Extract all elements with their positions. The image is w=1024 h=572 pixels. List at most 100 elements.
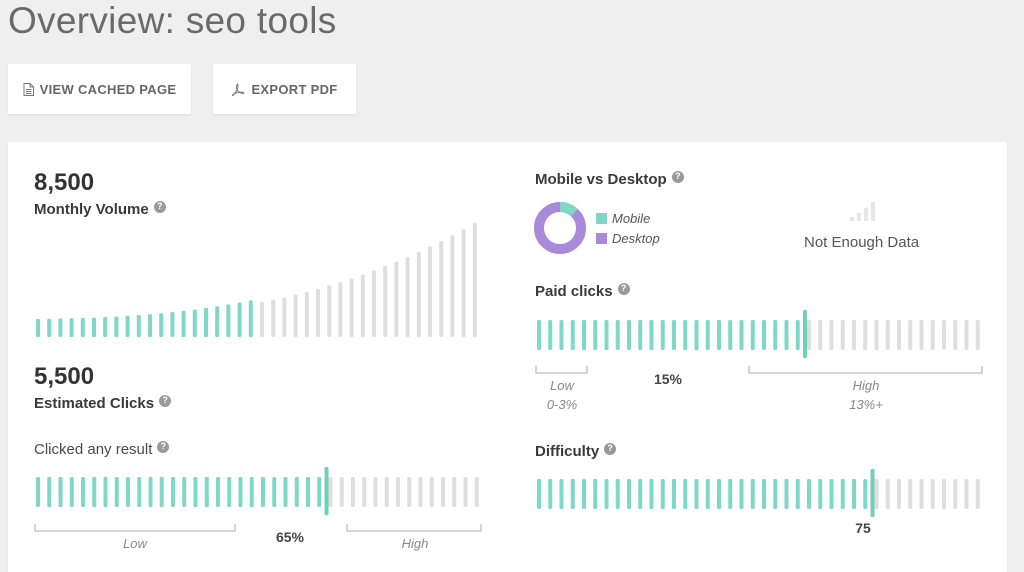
difficulty-bar bbox=[537, 479, 541, 509]
difficulty-bar bbox=[829, 479, 834, 509]
volume-bar bbox=[159, 313, 164, 337]
difficulty-bar bbox=[717, 479, 721, 509]
volume-bar bbox=[80, 317, 85, 337]
clicked-any-result-bar bbox=[81, 477, 85, 507]
volume-bar bbox=[439, 241, 444, 337]
clicked-any-result-bar bbox=[249, 477, 254, 507]
paid-clicks-bar bbox=[705, 320, 710, 350]
difficulty-label-text: Difficulty bbox=[535, 443, 600, 460]
difficulty-bar bbox=[638, 479, 643, 509]
paid-clicks-bar bbox=[818, 320, 823, 350]
clicked-any-result-high-label: High bbox=[401, 536, 429, 551]
legend-desktop-label: Desktop bbox=[612, 230, 660, 246]
clicked-any-result-bar bbox=[216, 477, 220, 507]
document-icon bbox=[23, 82, 34, 96]
difficulty-label: Difficulty ? bbox=[535, 442, 617, 460]
clicked-any-result-label: Clicked any result ? bbox=[34, 440, 170, 458]
volume-bar bbox=[181, 310, 186, 337]
paid-clicks-bar bbox=[829, 320, 834, 350]
view-cached-page-button[interactable]: VIEW CACHED PAGE bbox=[8, 64, 191, 114]
difficulty-bar bbox=[762, 479, 766, 509]
volume-bar bbox=[47, 318, 52, 337]
volume-bar bbox=[428, 246, 432, 337]
volume-bar bbox=[136, 315, 141, 337]
view-cached-page-label: VIEW CACHED PAGE bbox=[39, 81, 177, 97]
paid-clicks-bar bbox=[717, 320, 721, 350]
difficulty-bar bbox=[627, 479, 631, 509]
monthly-volume-label: Monthly Volume ? bbox=[34, 200, 166, 218]
donut-slice-desktop bbox=[534, 202, 586, 254]
difficulty-bar bbox=[582, 479, 586, 509]
monthly-volume-value: 8,500 bbox=[34, 169, 95, 196]
clicked-any-result-label-text: Clicked any result bbox=[34, 441, 153, 458]
paid-clicks-meter bbox=[537, 310, 980, 358]
clicked-any-result-bar bbox=[418, 477, 423, 507]
volume-bar bbox=[327, 285, 332, 337]
clicked-any-result-bar bbox=[69, 477, 74, 507]
paid-clicks-bar bbox=[964, 320, 969, 350]
paid-clicks-bar bbox=[570, 320, 575, 350]
export-pdf-label: EXPORT PDF bbox=[251, 81, 338, 97]
difficulty-marker bbox=[870, 469, 875, 517]
paid-clicks-bar bbox=[683, 320, 688, 350]
clicked-any-result-bar bbox=[306, 477, 310, 507]
volume-bar bbox=[226, 304, 231, 337]
clicked-any-result-bar bbox=[463, 477, 468, 507]
volume-bar bbox=[293, 294, 298, 337]
desktop-swatch bbox=[596, 232, 607, 244]
clicked-any-result-bar bbox=[238, 477, 243, 507]
clicked-any-result-bar bbox=[351, 477, 355, 507]
paid-clicks-percent: 15% bbox=[653, 371, 683, 387]
volume-bar bbox=[92, 317, 96, 337]
estimated-clicks-value: 5,500 bbox=[34, 363, 95, 390]
clicked-any-result-bar bbox=[126, 477, 130, 507]
difficulty-bar bbox=[975, 479, 980, 509]
clicked-any-result-marker bbox=[324, 467, 329, 515]
estimated-clicks-help-icon[interactable]: ? bbox=[159, 394, 172, 407]
paid-clicks-bar bbox=[615, 320, 620, 350]
export-pdf-button[interactable]: EXPORT PDF bbox=[213, 64, 356, 114]
not-enough-data-text: Not Enough Data bbox=[804, 234, 920, 251]
paid-clicks-high-range: 13%+ bbox=[849, 397, 883, 412]
paid-clicks-bar bbox=[784, 320, 789, 350]
paid-clicks-bar bbox=[559, 320, 564, 350]
legend-mobile-label: Mobile bbox=[612, 210, 651, 226]
monthly-volume-chart bbox=[36, 223, 477, 337]
clicked-any-result-bar bbox=[294, 477, 299, 507]
clicked-any-result-percent: 65% bbox=[275, 529, 305, 545]
volume-bar bbox=[260, 302, 264, 337]
clicked-any-result-meter bbox=[36, 467, 479, 515]
difficulty-bar bbox=[615, 479, 620, 509]
mobile-vs-desktop-help-icon[interactable]: ? bbox=[671, 170, 684, 183]
volume-bar bbox=[125, 315, 130, 337]
difficulty-help-icon[interactable]: ? bbox=[604, 442, 617, 455]
clicked-any-result-bar bbox=[47, 477, 52, 507]
clicked-any-result-brackets bbox=[34, 524, 482, 532]
difficulty-bar bbox=[750, 479, 755, 509]
monthly-volume-help-icon[interactable]: ? bbox=[153, 200, 166, 213]
difficulty-bar bbox=[672, 479, 676, 509]
difficulty-meter bbox=[537, 469, 980, 517]
overview-card: 8,500 Monthly Volume ? 5,500 Estimated C… bbox=[8, 142, 1007, 572]
clicked-any-result-help-icon[interactable]: ? bbox=[157, 440, 170, 453]
paid-clicks-low-label: Low bbox=[550, 378, 574, 393]
clicked-any-result-bar bbox=[384, 477, 389, 507]
paid-clicks-bar bbox=[953, 320, 958, 350]
paid-clicks-bar bbox=[795, 320, 800, 350]
volume-bar bbox=[204, 307, 208, 337]
volume-bar bbox=[461, 229, 466, 337]
difficulty-bar bbox=[852, 479, 856, 509]
paid-clicks-bar bbox=[638, 320, 643, 350]
clicked-any-result-bar bbox=[58, 477, 63, 507]
difficulty-bar bbox=[784, 479, 789, 509]
clicked-any-result-bar bbox=[193, 477, 198, 507]
paid-clicks-bar bbox=[863, 320, 868, 350]
paid-clicks-bar bbox=[975, 320, 980, 350]
mobile-vs-desktop-label: Mobile vs Desktop ? bbox=[535, 170, 684, 188]
paid-clicks-bar bbox=[908, 320, 913, 350]
monthly-volume-label-text: Monthly Volume bbox=[34, 201, 149, 218]
clicked-any-result-bar bbox=[103, 477, 108, 507]
volume-bar bbox=[360, 274, 365, 337]
paid-clicks-help-icon[interactable]: ? bbox=[617, 282, 630, 295]
difficulty-bar bbox=[773, 479, 778, 509]
